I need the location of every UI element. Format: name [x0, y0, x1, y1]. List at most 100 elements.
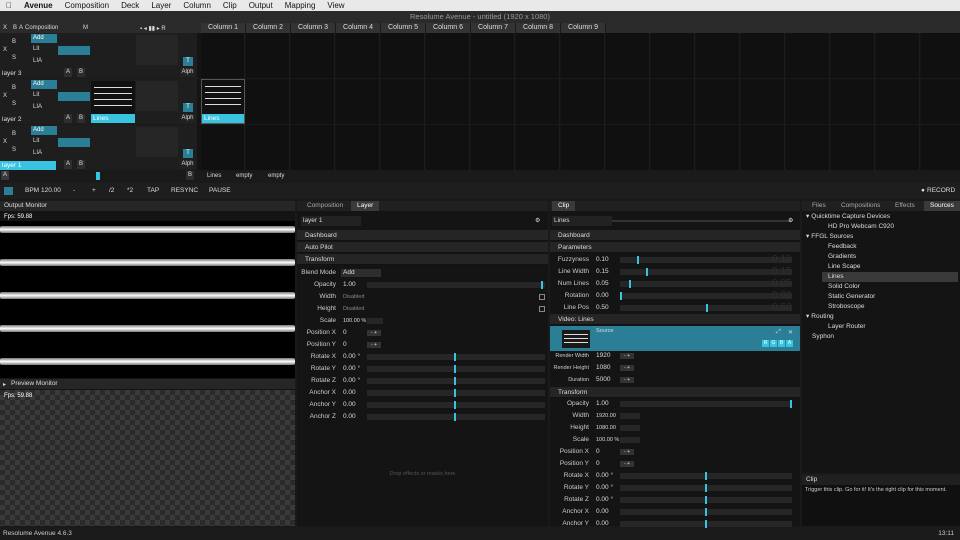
clip-gear-icon[interactable]: ⚙	[788, 217, 793, 224]
angle-bar[interactable]	[367, 414, 545, 420]
column-header-2[interactable]: Column 2	[246, 23, 291, 33]
comp-transport-icons[interactable]: ▪ ◂ ▮▮ ▸ R	[140, 25, 166, 32]
param-value[interactable]: Disabled	[343, 291, 364, 303]
menu-composition[interactable]: Composition	[59, 1, 115, 10]
layer-param-position-x[interactable]: Position X 0 - +	[297, 327, 548, 339]
clip-slot[interactable]	[516, 125, 560, 170]
param-value[interactable]: 0.00	[343, 387, 356, 399]
clip-transform-param[interactable]: Anchor X 0.00	[550, 506, 800, 518]
blend-mode-select[interactable]: Add	[31, 80, 57, 89]
clip-slot[interactable]	[381, 79, 425, 124]
layer-x-button[interactable]: X	[3, 93, 7, 99]
blend-mode-select[interactable]: Add	[31, 34, 57, 43]
clip-lines[interactable]: Lines	[201, 79, 245, 124]
clip-section-parameters[interactable]: Parameters	[550, 242, 800, 253]
comp-b-button[interactable]: B	[13, 25, 17, 31]
clip-slot[interactable]	[696, 33, 740, 78]
clip-slot[interactable]	[831, 33, 875, 78]
layer-alpha-select[interactable]: Alph	[180, 68, 195, 77]
clip-transform-param[interactable]: Height 1080.00	[550, 422, 800, 434]
layer-b-blend-button[interactable]: B	[77, 160, 85, 169]
column-header-1[interactable]: Column 1	[201, 23, 246, 33]
layer-s-button[interactable]: S	[12, 147, 16, 153]
column-header-9[interactable]: Column 9	[561, 23, 606, 33]
column-header-7[interactable]: Column 7	[471, 23, 516, 33]
layer-b-button[interactable]: B	[12, 85, 16, 91]
clip-slot[interactable]	[786, 33, 830, 78]
clip-slot[interactable]	[561, 33, 605, 78]
crossfader-handle[interactable]	[96, 172, 100, 180]
menu-view[interactable]: View	[321, 1, 350, 10]
param-value[interactable]: 0.00 °	[343, 375, 360, 387]
param-value[interactable]: Add	[341, 269, 381, 277]
clip-slot[interactable]	[741, 33, 785, 78]
clip-slot[interactable]	[336, 125, 380, 170]
clip-transform-param[interactable]: Position X 0 - +	[550, 446, 800, 458]
tree-item-hd-pro-webcam-c920[interactable]: HD Pro Webcam C920	[822, 222, 958, 232]
tab-effects[interactable]: Effects	[889, 201, 921, 211]
collapse-arrow-icon[interactable]: ▾	[806, 213, 809, 220]
column-header-4[interactable]: Column 4	[336, 23, 381, 33]
param-value[interactable]: 1920.00	[596, 410, 616, 422]
clip-slot[interactable]	[741, 125, 785, 170]
record-icon[interactable]: ●	[921, 183, 925, 199]
clip-slot[interactable]	[696, 79, 740, 124]
layer-a-button[interactable]: A	[64, 68, 72, 77]
clip-slot[interactable]	[381, 125, 425, 170]
clip-slot[interactable]	[516, 79, 560, 124]
clip-slot[interactable]	[921, 33, 960, 78]
layer-t-button[interactable]: T	[183, 149, 193, 158]
tree-item-static-generator[interactable]: Static Generator	[822, 292, 958, 302]
clip-slot[interactable]	[201, 125, 245, 170]
layer-b-button[interactable]: B	[12, 39, 16, 45]
clip-slot[interactable]	[246, 125, 290, 170]
clip-slot[interactable]	[651, 79, 695, 124]
param-value[interactable]: 1080.00	[596, 422, 616, 434]
deck-a-button[interactable]: A	[1, 171, 9, 180]
collapse-arrow-icon[interactable]: ▾	[806, 313, 809, 320]
angle-bar[interactable]	[367, 366, 545, 372]
param-value[interactable]: 0.10	[596, 254, 609, 266]
metronome-icon[interactable]	[4, 187, 13, 195]
param-bar[interactable]	[620, 257, 792, 263]
clip-section-transform[interactable]: Transform	[550, 387, 800, 398]
layer-name[interactable]: layer 2	[0, 115, 40, 124]
clip-slot[interactable]	[876, 33, 920, 78]
bpm-half-button[interactable]: /2	[109, 183, 114, 199]
param-value[interactable]: 0.00	[343, 411, 356, 423]
tree-item-solid-color[interactable]: Solid Color	[822, 282, 958, 292]
clip-slot[interactable]	[426, 125, 470, 170]
tree-item-line-scape[interactable]: Line Scape	[822, 262, 958, 272]
param-value[interactable]: 0.50	[596, 302, 609, 314]
clip-slot[interactable]	[471, 33, 515, 78]
size-bar[interactable]	[620, 425, 640, 431]
app-menu[interactable]: Avenue	[18, 1, 59, 10]
layer-opacity-slider[interactable]	[58, 138, 90, 147]
tree-item-stroboscope[interactable]: Stroboscope	[822, 302, 958, 312]
close-source-icon[interactable]: ✕	[788, 329, 793, 336]
clip-slot[interactable]	[606, 79, 650, 124]
clip-param-rotation[interactable]: Rotation 0.00 0.00	[550, 290, 800, 302]
column-header-8[interactable]: Column 8	[516, 23, 561, 33]
param-value[interactable]: 0.00	[596, 290, 609, 302]
menu-clip[interactable]: Clip	[217, 1, 243, 10]
layer-param-rotate-z[interactable]: Rotate Z 0.00 °	[297, 375, 548, 387]
stepper[interactable]: - +	[620, 461, 634, 467]
layer-x-button[interactable]: X	[3, 47, 7, 53]
tap-button[interactable]: TAP	[147, 183, 159, 199]
tab-composition[interactable]: Composition	[301, 201, 349, 211]
layer-param-position-y[interactable]: Position Y 0 - +	[297, 339, 548, 351]
clip-slot[interactable]	[291, 125, 335, 170]
clip-param-fuzzyness[interactable]: Fuzzyness 0.10 0.10	[550, 254, 800, 266]
clip-transform-param[interactable]: Rotate Z 0.00 °	[550, 494, 800, 506]
clip-param-line-pos[interactable]: Line Pos 0.50 0.50	[550, 302, 800, 314]
param-value[interactable]: 0.00 °	[596, 470, 613, 482]
clip-slot[interactable]	[336, 79, 380, 124]
bpm-value[interactable]: 120.00	[41, 183, 61, 199]
tree-item-feedback[interactable]: Feedback	[822, 242, 958, 252]
column-header-5[interactable]: Column 5	[381, 23, 426, 33]
clip-transform-param[interactable]: Width 1920.00	[550, 410, 800, 422]
clip-slot[interactable]	[741, 79, 785, 124]
layer-param-width[interactable]: Width Disabled	[297, 291, 548, 303]
clip-slot[interactable]	[651, 33, 695, 78]
